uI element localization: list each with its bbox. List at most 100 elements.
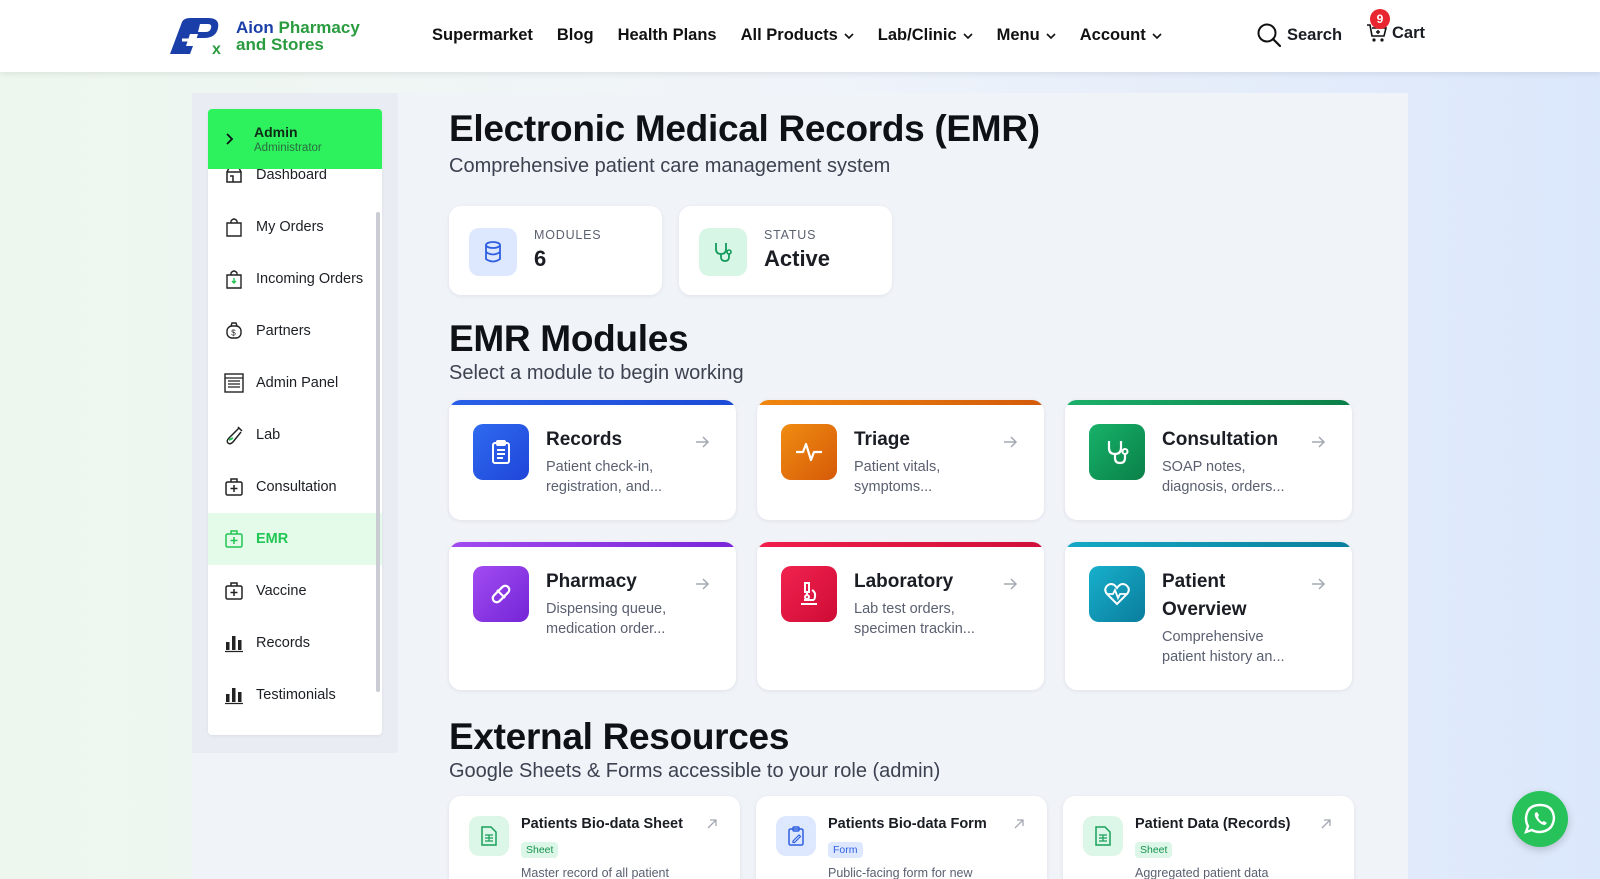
module-desc-line: Patient vitals, bbox=[854, 459, 941, 475]
module-card-laboratory[interactable]: Laboratory Lab test orders, specimen tra… bbox=[757, 542, 1044, 690]
svg-text:$: $ bbox=[231, 329, 236, 338]
sidebar-item-lab[interactable]: Lab bbox=[208, 409, 382, 461]
module-card-consultation[interactable]: Consultation SOAP notes, diagnosis, orde… bbox=[1065, 400, 1352, 520]
nav-lab-clinic[interactable]: Lab/Clinic bbox=[878, 26, 973, 45]
sidebar-item-label: Partners bbox=[256, 323, 311, 339]
vaccine-kit-icon bbox=[224, 581, 244, 601]
module-desc-line: SOAP notes, bbox=[1162, 459, 1246, 475]
search-icon bbox=[1257, 23, 1282, 48]
nav-label: Supermarket bbox=[432, 26, 533, 44]
medical-kit-icon bbox=[224, 477, 244, 497]
sidebar-item-emr[interactable]: EMR bbox=[208, 513, 382, 565]
admin-panel-icon bbox=[224, 373, 244, 393]
incoming-bag-icon bbox=[224, 269, 244, 289]
module-desc-line: patient history an... bbox=[1162, 649, 1285, 665]
bar-chart-icon bbox=[224, 633, 244, 653]
resource-type-badge: Sheet bbox=[521, 842, 559, 858]
sidebar-scrollbar[interactable] bbox=[376, 212, 380, 692]
page-title: Electronic Medical Records (EMR) bbox=[449, 108, 1040, 149]
brand-logo[interactable]: x Aion Pharmacy and Stores bbox=[168, 16, 360, 58]
resource-desc: Public-facing form for new bbox=[828, 866, 973, 879]
nav-label: Account bbox=[1079, 26, 1146, 44]
module-desc-line: Patient check-in, bbox=[546, 459, 654, 475]
module-desc-line: Comprehensive bbox=[1162, 629, 1264, 645]
main-nav: Supermarket Blog Health Plans All Produc… bbox=[432, 26, 1186, 45]
nav-label: Blog bbox=[556, 26, 594, 44]
chevron-right-icon bbox=[226, 133, 234, 145]
sheet-icon bbox=[1083, 816, 1123, 856]
resource-card-patient-data-records[interactable]: Patient Data (Records) Sheet Aggregated … bbox=[1063, 796, 1354, 879]
module-card-records[interactable]: Records Patient check-in, registration, … bbox=[449, 400, 736, 520]
module-desc-line: registration, and... bbox=[546, 479, 663, 495]
sidebar-item-label: My Orders bbox=[256, 219, 324, 235]
resource-card-patients-bio-data-sheet[interactable]: Patients Bio-data Sheet Sheet Master rec… bbox=[449, 796, 740, 879]
test-tube-icon bbox=[224, 425, 244, 445]
sidebar-item-my-orders[interactable]: My Orders bbox=[208, 201, 382, 253]
sidebar-item-label: Testimonials bbox=[256, 687, 336, 703]
whatsapp-icon bbox=[1524, 803, 1556, 834]
sidebar-item-label: EMR bbox=[256, 531, 289, 547]
sidebar-item-vaccine[interactable]: Vaccine bbox=[208, 565, 382, 617]
module-card-patient-overview[interactable]: Patient Overview Comprehensive patient h… bbox=[1065, 542, 1352, 690]
modules-title: EMR Modules bbox=[449, 318, 689, 359]
sidebar-item-label: Consultation bbox=[256, 479, 337, 495]
external-link-icon bbox=[707, 819, 717, 829]
module-accent-bar bbox=[757, 542, 1044, 547]
resources-title: External Resources bbox=[449, 716, 790, 757]
resource-desc: Aggregated patient data bbox=[1135, 866, 1269, 879]
cart-button[interactable]: Cart 9 bbox=[1366, 9, 1425, 44]
nav-supermarket[interactable]: Supermarket bbox=[432, 26, 533, 45]
module-title-line: Patient bbox=[1162, 571, 1226, 592]
external-link-icon bbox=[1014, 819, 1024, 829]
nav-menu[interactable]: Menu bbox=[997, 26, 1056, 45]
module-card-triage[interactable]: Triage Patient vitals, symptoms... bbox=[757, 400, 1044, 520]
stat-card-modules: MODULES 6 bbox=[449, 206, 662, 295]
sidebar-item-testimonials[interactable]: Testimonials bbox=[208, 669, 382, 721]
top-navbar: x Aion Pharmacy and Stores Supermarket B… bbox=[0, 0, 1600, 72]
resources-subtitle: Google Sheets & Forms accessible to your… bbox=[449, 760, 941, 782]
module-desc-line: specimen trackin... bbox=[854, 621, 975, 637]
arrow-right-icon bbox=[696, 578, 710, 590]
module-title: Records bbox=[546, 429, 623, 450]
module-desc-line: Lab test orders, bbox=[854, 601, 955, 617]
external-link-icon bbox=[1321, 819, 1331, 829]
arrow-right-icon bbox=[696, 436, 710, 448]
search-button[interactable]: Search bbox=[1256, 22, 1342, 48]
module-title: Triage bbox=[854, 429, 910, 450]
sidebar-item-records[interactable]: Records bbox=[208, 617, 382, 669]
module-accent-bar bbox=[757, 400, 1044, 405]
sidebar-user-toggle[interactable]: Admin Administrator bbox=[208, 109, 382, 169]
bar-chart-icon bbox=[224, 685, 244, 705]
partners-icon: $ bbox=[224, 321, 244, 341]
stethoscope-icon bbox=[1089, 424, 1145, 480]
stat-card-status: STATUS Active bbox=[679, 206, 892, 295]
logo-mark-icon: x bbox=[168, 16, 234, 58]
clipboard-icon bbox=[473, 424, 529, 480]
sidebar-item-admin-panel[interactable]: Admin Panel bbox=[208, 357, 382, 409]
modules-subtitle: Select a module to begin working bbox=[449, 362, 744, 384]
module-card-pharmacy[interactable]: Pharmacy Dispensing queue, medication or… bbox=[449, 542, 736, 690]
module-title: Consultation bbox=[1162, 429, 1279, 450]
sidebar-item-partners[interactable]: $ Partners bbox=[208, 305, 382, 357]
brand-name-line2: and Stores bbox=[236, 35, 324, 54]
module-title: Laboratory bbox=[854, 571, 954, 592]
bag-icon bbox=[224, 217, 244, 237]
module-accent-bar bbox=[449, 542, 736, 547]
resource-type-badge: Form bbox=[828, 842, 863, 858]
nav-health-plans[interactable]: Health Plans bbox=[618, 26, 717, 45]
nav-label: Health Plans bbox=[617, 26, 717, 44]
nav-blog[interactable]: Blog bbox=[557, 26, 594, 45]
sidebar-item-label: Lab bbox=[256, 427, 281, 443]
sidebar-item-label: Dashboard bbox=[256, 167, 327, 183]
whatsapp-chat-button[interactable] bbox=[1512, 791, 1568, 847]
nav-all-products[interactable]: All Products bbox=[741, 26, 854, 45]
sidebar-item-consultation[interactable]: Consultation bbox=[208, 461, 382, 513]
module-desc-line: diagnosis, orders... bbox=[1162, 479, 1285, 495]
resource-card-patients-bio-data-form[interactable]: Patients Bio-data Form Form Public-facin… bbox=[756, 796, 1047, 879]
stat-label: STATUS bbox=[764, 228, 817, 242]
sidebar-item-incoming-orders[interactable]: Incoming Orders bbox=[208, 253, 382, 305]
chevron-down-icon bbox=[844, 32, 854, 39]
nav-account[interactable]: Account bbox=[1080, 26, 1162, 45]
sidebar-item-label: Records bbox=[256, 635, 310, 651]
module-title-line: Overview bbox=[1162, 599, 1247, 620]
